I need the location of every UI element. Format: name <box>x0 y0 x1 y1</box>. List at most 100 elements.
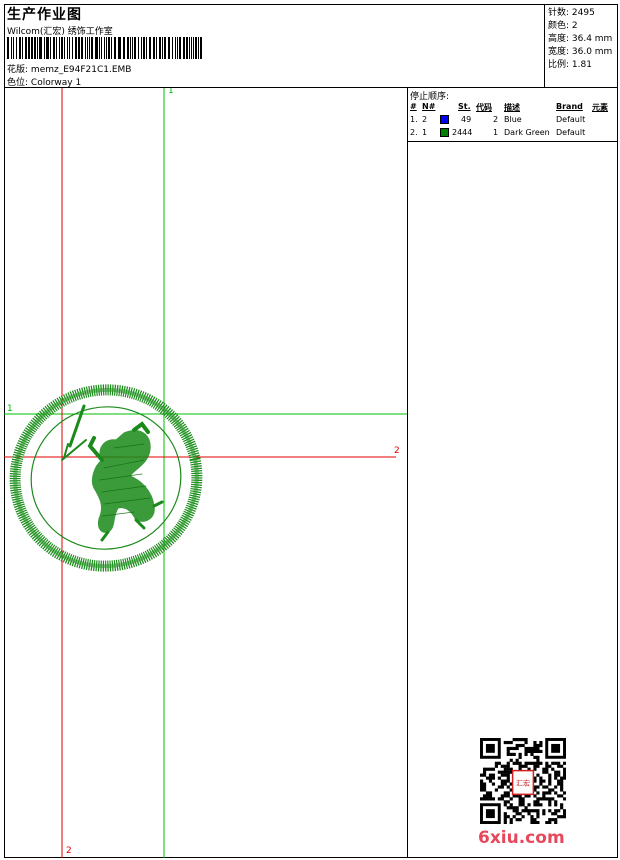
barcode-bar <box>179 37 181 59</box>
qr-module <box>560 779 564 783</box>
barcode-bar <box>198 37 199 59</box>
qr-module <box>500 773 504 777</box>
qr-module <box>500 797 504 801</box>
qr-module <box>554 776 558 780</box>
qr-module <box>530 821 534 824</box>
qr-module <box>530 818 534 822</box>
barcode-bar <box>89 37 90 59</box>
brand-logo: 6xiu.com <box>478 828 565 848</box>
barcode-bar <box>11 37 12 59</box>
barcode-bar <box>168 37 170 59</box>
page-title: 生产作业图 <box>7 7 82 23</box>
qr-module <box>485 776 490 780</box>
qr-module <box>503 800 507 804</box>
qr-module <box>539 779 543 783</box>
qr-module <box>533 818 537 822</box>
label-green-horizontal: 1 <box>7 404 13 414</box>
barcode-bar <box>19 37 21 59</box>
qr-module <box>515 806 519 810</box>
qr-module <box>548 788 552 792</box>
row-needle: 1 <box>422 128 428 137</box>
qr-module <box>545 764 549 768</box>
qr-module <box>563 770 566 774</box>
qr-module <box>536 800 540 804</box>
qr-module <box>560 788 564 792</box>
qr-module <box>533 755 537 759</box>
qr-module <box>509 806 513 810</box>
row-index: 1. <box>410 115 418 124</box>
qr-module <box>536 815 540 819</box>
qr-module <box>518 752 522 756</box>
barcode-bar <box>141 37 142 59</box>
row-stitches: 2444 <box>452 128 473 137</box>
qr-module <box>518 755 522 759</box>
qr-module <box>554 785 558 789</box>
qr-module <box>506 764 510 768</box>
qr-module <box>533 800 537 804</box>
barcode-bar <box>16 37 17 59</box>
qr-module <box>485 767 490 771</box>
qr-module <box>548 773 552 777</box>
qr-module <box>506 740 510 745</box>
qr-module <box>488 779 493 783</box>
barcode-bar <box>91 37 93 59</box>
qr-module <box>548 809 552 813</box>
qr-module <box>497 785 501 789</box>
qr-module <box>515 758 519 762</box>
qr-module <box>542 809 546 813</box>
qr-module <box>503 767 507 771</box>
qr-module <box>503 779 507 783</box>
qr-module <box>527 803 531 807</box>
qr-module <box>518 743 522 748</box>
qr-module <box>548 797 552 801</box>
barcode-bar <box>143 37 145 59</box>
qr-module <box>506 806 510 810</box>
qr-module <box>527 809 531 813</box>
qr-module <box>548 791 552 795</box>
color-swatch <box>440 128 449 137</box>
qr-finder <box>485 743 495 753</box>
barcode-bar <box>106 37 107 59</box>
row-brand: Default <box>556 128 586 137</box>
qr-module <box>503 794 507 798</box>
barcode-bar <box>123 37 125 59</box>
qr-module <box>563 812 566 816</box>
qr-code: 汇宏 <box>480 738 566 824</box>
qr-module <box>509 821 513 824</box>
qr-module <box>536 791 540 795</box>
qr-module <box>512 815 516 819</box>
qr-module <box>563 809 566 813</box>
qr-module <box>542 779 546 783</box>
qr-module <box>548 776 552 780</box>
qr-module <box>515 743 519 748</box>
qr-module <box>533 809 537 813</box>
barcode-bar <box>118 37 121 59</box>
qr-module <box>480 782 484 786</box>
label-green-vertical: 1 <box>168 88 174 96</box>
qr-module <box>527 749 531 754</box>
design-value: memz_E94F21C1.EMB <box>30 65 132 75</box>
qr-module <box>536 755 540 759</box>
qr-module <box>515 761 519 765</box>
barcode-bar <box>22 37 23 59</box>
qr-module <box>521 800 525 804</box>
qr-module <box>548 800 552 804</box>
qr-module <box>551 812 555 816</box>
barcode-bar <box>28 37 30 59</box>
qr-module <box>500 785 504 789</box>
qr-module <box>539 749 543 754</box>
qr-module <box>480 785 484 789</box>
qr-module <box>488 776 493 780</box>
qr-module <box>536 761 540 765</box>
qr-module <box>515 809 519 813</box>
qr-module <box>533 803 537 807</box>
qr-module <box>554 773 558 777</box>
qr-module <box>503 740 507 745</box>
qr-module <box>530 761 534 765</box>
barcode-bar <box>99 37 100 59</box>
qr-module <box>554 791 558 795</box>
qr-module <box>530 749 534 754</box>
qr-module <box>494 788 498 792</box>
qr-module <box>563 773 566 777</box>
qr-module <box>480 773 484 777</box>
